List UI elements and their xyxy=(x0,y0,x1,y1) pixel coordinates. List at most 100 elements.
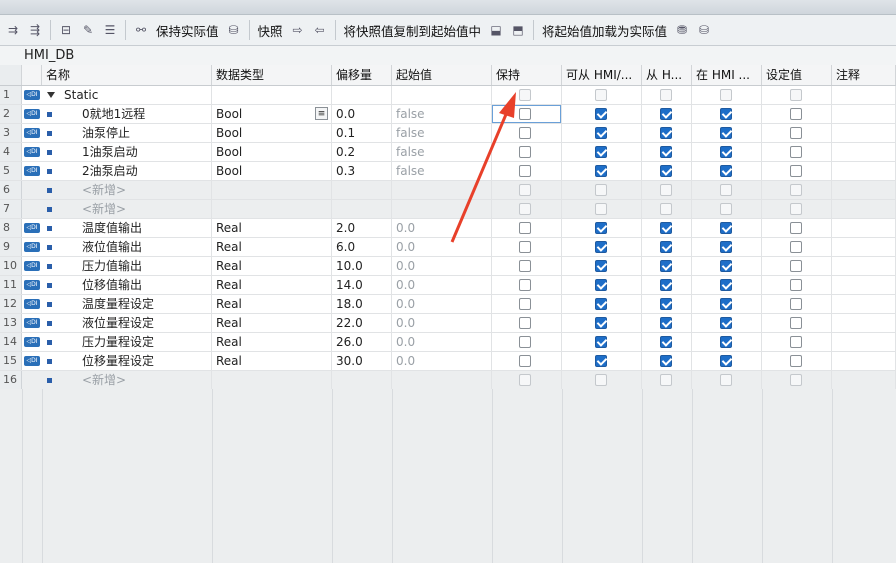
setpoint-checkbox[interactable] xyxy=(790,203,802,215)
cell-offset[interactable]: 22.0 xyxy=(332,314,392,332)
cell-name[interactable]: <新增> xyxy=(42,200,212,218)
list-icon[interactable]: ☰ xyxy=(102,22,118,38)
retain-checkbox[interactable] xyxy=(519,184,531,196)
copy-to-start-all-icon[interactable]: ⬒ xyxy=(510,22,526,38)
hmi-accessible-checkbox[interactable] xyxy=(595,89,607,101)
glasses-icon[interactable]: ⚯ xyxy=(133,22,149,38)
cell-start[interactable]: 0.0 xyxy=(392,238,492,256)
hmi-visible-checkbox[interactable] xyxy=(660,336,672,348)
hmi-writeable-checkbox[interactable] xyxy=(720,241,732,253)
row-number[interactable]: 3 xyxy=(0,124,22,142)
hmi-accessible-checkbox[interactable] xyxy=(595,165,607,177)
edit-icon[interactable]: ✎ xyxy=(80,22,96,38)
retain-checkbox[interactable] xyxy=(519,222,531,234)
cell-start[interactable] xyxy=(392,181,492,199)
hmi-writeable-checkbox[interactable] xyxy=(720,298,732,310)
cell-type[interactable]: Real xyxy=(212,219,332,237)
cell-offset[interactable] xyxy=(332,181,392,199)
hmi-writeable-checkbox[interactable] xyxy=(720,108,732,120)
hmi-visible-checkbox[interactable] xyxy=(660,146,672,158)
cell-start[interactable]: 0.0 xyxy=(392,257,492,275)
row-number[interactable]: 10 xyxy=(0,257,22,275)
cell-type[interactable] xyxy=(212,371,332,389)
hmi-accessible-checkbox[interactable] xyxy=(595,260,607,272)
row-number[interactable]: 6 xyxy=(0,181,22,199)
hmi-writeable-checkbox[interactable] xyxy=(720,184,732,196)
cell-name[interactable]: 0就地1远程 xyxy=(42,105,212,123)
cell-name[interactable]: Static xyxy=(42,86,212,104)
cell-offset[interactable]: 30.0 xyxy=(332,352,392,370)
cell-name[interactable]: <新增> xyxy=(42,181,212,199)
retain-checkbox[interactable] xyxy=(519,374,531,386)
hmi-visible-checkbox[interactable] xyxy=(660,184,672,196)
hmi-writeable-checkbox[interactable] xyxy=(720,317,732,329)
hmi-visible-checkbox[interactable] xyxy=(660,355,672,367)
retain-checkbox[interactable] xyxy=(519,108,531,120)
header-hmi-accessible[interactable]: 可从 HMI/... xyxy=(562,65,642,85)
retain-checkbox[interactable] xyxy=(519,298,531,310)
setpoint-checkbox[interactable] xyxy=(790,336,802,348)
cell-type[interactable] xyxy=(212,200,332,218)
hmi-visible-checkbox[interactable] xyxy=(660,298,672,310)
datatype-dropdown-icon[interactable]: ≡ xyxy=(315,107,328,120)
hmi-writeable-checkbox[interactable] xyxy=(720,146,732,158)
cell-start[interactable]: 0.0 xyxy=(392,352,492,370)
hmi-visible-checkbox[interactable] xyxy=(660,127,672,139)
row-number[interactable]: 12 xyxy=(0,295,22,313)
hmi-accessible-checkbox[interactable] xyxy=(595,108,607,120)
snapshot-button[interactable]: 快照 xyxy=(254,21,287,40)
header-hmi-writeable[interactable]: 在 HMI ... xyxy=(692,65,762,85)
table-row[interactable]: 1 ◁DI Static xyxy=(0,86,896,105)
cell-name[interactable]: 温度值输出 xyxy=(42,219,212,237)
hmi-accessible-checkbox[interactable] xyxy=(595,355,607,367)
retain-checkbox[interactable] xyxy=(519,336,531,348)
cell-name[interactable]: 压力值输出 xyxy=(42,257,212,275)
cell-type[interactable]: Real xyxy=(212,314,332,332)
retain-checkbox[interactable] xyxy=(519,279,531,291)
hmi-visible-checkbox[interactable] xyxy=(660,241,672,253)
cell-offset[interactable]: 14.0 xyxy=(332,276,392,294)
cell-offset[interactable]: 0.0 xyxy=(332,105,392,123)
cell-offset[interactable]: 0.2 xyxy=(332,143,392,161)
cell-type[interactable]: Real xyxy=(212,295,332,313)
row-number[interactable]: 9 xyxy=(0,238,22,256)
table-row[interactable]: 12 ◁DI 温度量程设定 Real 18.0 0.0 xyxy=(0,295,896,314)
hmi-accessible-checkbox[interactable] xyxy=(595,279,607,291)
table-row[interactable]: 14 ◁DI 压力量程设定 Real 26.0 0.0 xyxy=(0,333,896,352)
copy-to-start-icon[interactable]: ⬓ xyxy=(488,22,504,38)
setpoint-checkbox[interactable] xyxy=(790,108,802,120)
cell-start[interactable]: false xyxy=(392,162,492,180)
hmi-accessible-checkbox[interactable] xyxy=(595,203,607,215)
header-comment[interactable]: 注释 xyxy=(832,65,896,85)
setpoint-checkbox[interactable] xyxy=(790,298,802,310)
snapshot-load-icon[interactable]: ⇦ xyxy=(312,22,328,38)
expand-icon[interactable]: ⊟ xyxy=(58,22,74,38)
cell-start[interactable]: false xyxy=(392,124,492,142)
hmi-writeable-checkbox[interactable] xyxy=(720,336,732,348)
table-row[interactable]: 3 ◁DI 油泵停止 Bool 0.1 false xyxy=(0,124,896,143)
cell-name[interactable]: 压力量程设定 xyxy=(42,333,212,351)
cell-name[interactable]: 液位量程设定 xyxy=(42,314,212,332)
add-row-icon[interactable]: ⇶ xyxy=(27,22,43,38)
header-name[interactable]: 名称 xyxy=(42,65,212,85)
hmi-visible-checkbox[interactable] xyxy=(660,374,672,386)
cell-start[interactable]: false xyxy=(392,105,492,123)
row-number[interactable]: 16 xyxy=(0,371,22,389)
table-row[interactable]: 16 <新增> xyxy=(0,371,896,390)
load-actual-icon[interactable]: ⛃ xyxy=(674,22,690,38)
hmi-accessible-checkbox[interactable] xyxy=(595,241,607,253)
cell-start[interactable]: 0.0 xyxy=(392,276,492,294)
setpoint-checkbox[interactable] xyxy=(790,184,802,196)
table-row[interactable]: 4 ◁DI 1油泵启动 Bool 0.2 false xyxy=(0,143,896,162)
hmi-visible-checkbox[interactable] xyxy=(660,222,672,234)
row-number[interactable]: 2 xyxy=(0,105,22,123)
header-offset[interactable]: 偏移量 xyxy=(332,65,392,85)
cell-type[interactable]: Bool xyxy=(212,143,332,161)
load-actual-all-icon[interactable]: ⛁ xyxy=(696,22,712,38)
copy-snapshot-button[interactable]: 将快照值复制到起始值中 xyxy=(340,21,486,40)
setpoint-checkbox[interactable] xyxy=(790,355,802,367)
setpoint-checkbox[interactable] xyxy=(790,165,802,177)
cell-start[interactable]: false xyxy=(392,143,492,161)
cell-start[interactable] xyxy=(392,86,492,104)
table-row[interactable]: 15 ◁DI 位移量程设定 Real 30.0 0.0 xyxy=(0,352,896,371)
